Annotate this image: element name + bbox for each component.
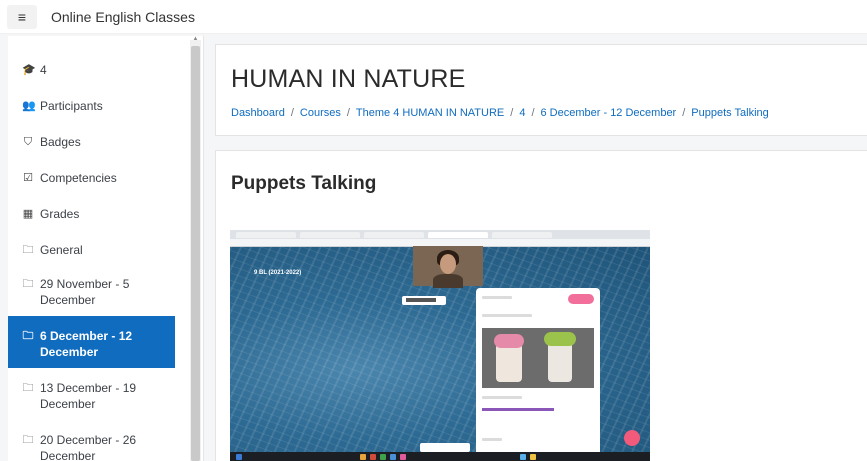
breadcrumb-separator: / <box>290 107 294 119</box>
breadcrumb-link[interactable]: 6 December - 12 December <box>541 107 677 119</box>
sidebar-item-1[interactable]: 🎓 4 <box>8 58 175 80</box>
sidebar-item-label: 6 December - 12 December <box>40 329 133 359</box>
folder-icon: 🗀 <box>22 278 34 290</box>
page-header: HUMAN IN NATURE Dashboard / Courses / Theme … <box>215 44 867 136</box>
embedded-publish-pill <box>568 294 594 304</box>
sidebar-item-label: Grades <box>40 207 80 221</box>
sidebar-item-label: 4 <box>40 63 47 77</box>
sidebar-item-label: Badges <box>40 135 81 149</box>
course-index-drawer: 🎓 4 👥 Participants ⛉ Badges ☑ Competencies ▦ Grad… <box>8 36 204 461</box>
sidebar-item-10[interactable]: 🗀 20 December - 26 December <box>8 428 175 461</box>
users-icon: 👥 <box>22 100 36 112</box>
breadcrumb-separator: / <box>682 107 686 119</box>
hamburger-icon[interactable]: ≡ <box>7 4 37 29</box>
sidebar-item-8[interactable]: 🗀 6 December - 12 December <box>8 316 175 368</box>
breadcrumb-separator: / <box>531 107 535 119</box>
sidebar-item-4[interactable]: ☑ Competencies <box>8 166 175 188</box>
breadcrumb-link[interactable]: Theme 4 HUMAN IN NATURE <box>356 107 504 119</box>
sidebar-item-label: Participants <box>40 99 103 113</box>
scrollbar-thumb[interactable] <box>191 46 200 461</box>
breadcrumb-link[interactable]: Puppets Talking <box>691 107 768 119</box>
folder-icon: 🗀 <box>22 382 34 394</box>
sidebar-item-label: General <box>40 243 83 257</box>
main-content: Puppets Talking 9 BL (2021-2022) <box>215 150 867 461</box>
sidebar-item-3[interactable]: ⛉ Badges <box>8 130 175 152</box>
breadcrumb-separator: / <box>510 107 514 119</box>
breadcrumb: Dashboard / Courses / Theme 4 HUMAN IN NATUR… <box>231 107 769 119</box>
breadcrumb-separator: / <box>346 107 350 119</box>
embedded-browser-tabs <box>230 230 650 239</box>
breadcrumb-link[interactable]: Dashboard <box>231 107 285 119</box>
sidebar-item-label: 13 December - 19 December <box>40 381 137 411</box>
activity-title: Puppets Talking <box>231 173 377 194</box>
embedded-add-button <box>624 430 640 446</box>
shield-icon: ⛉ <box>23 136 33 148</box>
breadcrumb-link[interactable]: Courses <box>300 107 341 119</box>
sidebar-item-label: 29 November - 5 December <box>40 277 130 307</box>
sidebar-item-9[interactable]: 🗀 13 December - 19 December <box>8 376 175 416</box>
table-icon: ▦ <box>22 208 34 220</box>
sidebar-item-label: 20 December - 26 December <box>40 433 137 461</box>
embedded-webcam-video <box>413 246 483 288</box>
sidebar-item-2[interactable]: 👥 Participants <box>8 94 175 116</box>
folder-icon: 🗀 <box>22 434 34 446</box>
embedded-post-panel <box>476 288 600 456</box>
embedded-link-text <box>482 408 554 411</box>
drawer-scrollbar[interactable]: ▲ <box>190 36 201 461</box>
breadcrumb-link[interactable]: 4 <box>519 107 525 119</box>
folder-icon: 🗀 <box>22 244 34 256</box>
page-title: HUMAN IN NATURE <box>231 65 466 93</box>
sidebar-item-5[interactable]: ▦ Grades <box>8 202 175 224</box>
graduation-cap-icon: 🎓 <box>22 64 36 76</box>
embedded-room-title: 9 BL (2021-2022) <box>254 270 302 276</box>
sidebar-item-6[interactable]: 🗀 General <box>8 238 175 260</box>
site-name[interactable]: Online English Classes <box>51 9 195 25</box>
scroll-up-icon[interactable]: ▲ <box>190 36 201 42</box>
embedded-toast <box>420 443 470 452</box>
check-square-icon: ☑ <box>23 172 33 184</box>
embedded-taskbar <box>230 452 650 461</box>
embedded-screenshot-image: 9 BL (2021-2022) <box>230 230 650 461</box>
sidebar-item-label: Competencies <box>40 171 117 185</box>
embedded-puppets-photo <box>482 328 594 388</box>
top-navbar: ≡ Online English Classes <box>0 0 867 34</box>
sidebar-item-7[interactable]: 🗀 29 November - 5 December <box>8 272 175 312</box>
folder-icon: 🗀 <box>22 330 34 342</box>
embedded-note-chip <box>402 296 446 305</box>
